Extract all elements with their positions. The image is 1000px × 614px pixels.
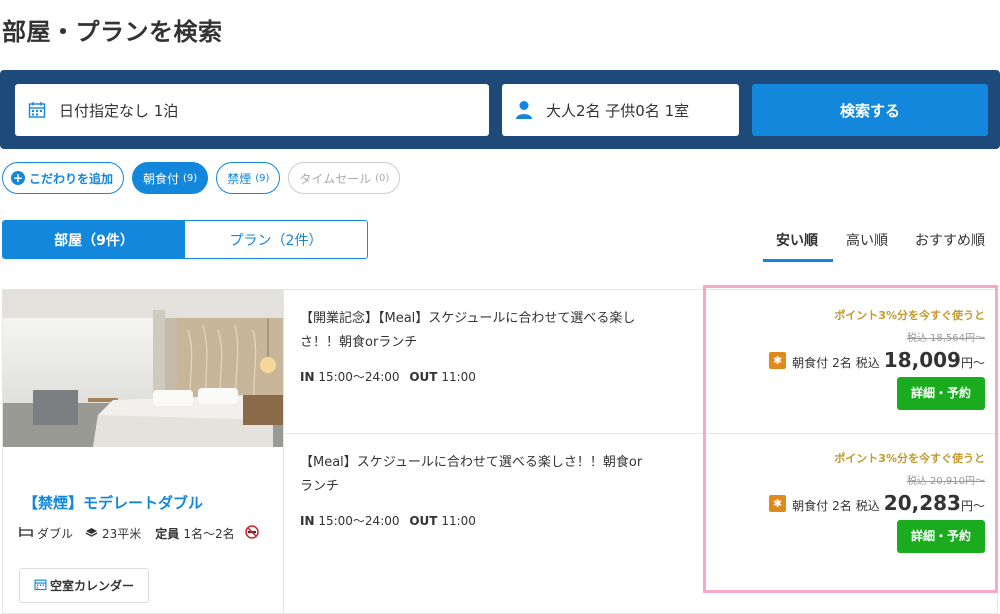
room-card: 【禁煙】モデレートダブル ダブル 23平米 定員 1名～2名 空室カレンダー 【… — [2, 289, 999, 614]
person-icon — [514, 100, 534, 120]
date-value: 日付指定なし 1泊 — [59, 101, 179, 120]
page-title: 部屋・プランを検索 — [2, 18, 223, 46]
sort-cheapest[interactable]: 安い順 — [776, 230, 818, 250]
price-value: 20,283 — [883, 491, 961, 515]
price-line: ✱ 朝食付 2名 税込 18,009 円～ — [769, 348, 985, 372]
point-message: ポイント3%分を今すぐ使うと — [834, 309, 985, 322]
calendar-button-label: 空室カレンダー — [49, 579, 134, 593]
price-block: ポイント3%分を今すぐ使うと 税込 18,564円～ ✱ 朝食付 2名 税込 1… — [769, 307, 985, 410]
original-price: 税込 20,910円～ — [906, 476, 985, 487]
checkout-time: 11:00 — [441, 370, 476, 384]
price-suffix: 円～ — [960, 499, 985, 513]
original-price: 税込 18,564円～ — [906, 333, 985, 344]
tax-label: 税込 — [855, 499, 880, 513]
chip-label: タイムセール — [299, 171, 372, 186]
size-icon — [85, 527, 98, 541]
breakfast-filter-chip[interactable]: 朝食付 (9) — [132, 162, 209, 194]
checkout-label: OUT — [409, 370, 438, 384]
bed-icon — [19, 526, 33, 541]
detail-reserve-button[interactable]: 詳細・予約 — [897, 520, 985, 553]
room-name[interactable]: 【禁煙】モデレートダブル — [23, 492, 203, 513]
filter-chips: + こだわりを追加 朝食付 (9) 禁煙 (9) タイムセール (0) — [2, 162, 401, 194]
bed-type: ダブル — [37, 527, 74, 541]
plan-times: IN 15:00～24:00 OUT 11:00 — [300, 512, 476, 529]
checkout-label: OUT — [409, 514, 438, 528]
chip-label: 朝食付 — [143, 171, 180, 186]
point-message: ポイント3%分を今すぐ使うと — [834, 452, 985, 465]
chip-count: (0) — [375, 172, 390, 184]
add-filter-chip[interactable]: + こだわりを追加 — [2, 162, 125, 194]
chip-count: (9) — [183, 172, 198, 184]
tab-rooms[interactable]: 部屋（9件） — [3, 221, 185, 258]
sort-active-indicator — [763, 259, 833, 262]
sort-recommended[interactable]: おすすめ順 — [915, 230, 985, 250]
room-specs: ダブル 23平米 定員 1名～2名 — [19, 525, 259, 542]
persons: 2名 — [832, 499, 852, 513]
time-sale-filter-chip: タイムセール (0) — [288, 162, 401, 194]
checkout-time: 11:00 — [441, 514, 476, 528]
guests-field[interactable]: 大人2名 子供0名 1室 — [502, 84, 739, 136]
chip-count: (9) — [255, 172, 270, 184]
checkin-label: IN — [300, 370, 315, 384]
persons: 2名 — [832, 356, 852, 370]
result-type-tabs: 部屋（9件） プラン（2件） — [2, 220, 368, 259]
non-smoking-filter-chip[interactable]: 禁煙 (9) — [216, 162, 281, 194]
price-suffix: 円～ — [960, 356, 985, 370]
plus-icon: + — [11, 171, 25, 185]
sort-expensive[interactable]: 高い順 — [846, 230, 888, 250]
plan-title[interactable]: 【Meal】スケジュールに合わせて選べる楽しさ！！朝食orランチ — [300, 451, 650, 499]
checkin-label: IN — [300, 514, 315, 528]
date-field[interactable]: 日付指定なし 1泊 — [15, 84, 489, 136]
checkin-time: 15:00～24:00 — [318, 514, 400, 528]
plan-times: IN 15:00～24:00 OUT 11:00 — [300, 368, 476, 385]
no-smoking-icon — [244, 525, 259, 542]
breakfast-icon: ✱ — [769, 351, 787, 369]
price-value: 18,009 — [883, 348, 961, 372]
chip-label: 禁煙 — [227, 171, 252, 186]
calendar-icon — [34, 578, 47, 594]
calendar-icon — [27, 100, 47, 120]
search-button[interactable]: 検索する — [752, 84, 988, 136]
breakfast-icon: ✱ — [769, 494, 787, 512]
plan-title[interactable]: 【開業記念】【Meal】スケジュールに合わせて選べる楽しさ！！朝食orランチ — [300, 307, 650, 355]
availability-calendar-button[interactable]: 空室カレンダー — [19, 568, 149, 603]
room-size: 23平米 — [102, 527, 142, 541]
search-bar: 日付指定なし 1泊 大人2名 子供0名 1室 検索する — [0, 70, 1000, 149]
tab-plans[interactable]: プラン（2件） — [185, 221, 367, 258]
plan-row: 【開業記念】【Meal】スケジュールに合わせて選べる楽しさ！！朝食orランチ I… — [284, 290, 999, 433]
capacity-value: 1名～2名 — [183, 527, 235, 541]
price-block: ポイント3%分を今すぐ使うと 税込 20,910円～ ✱ 朝食付 2名 税込 2… — [769, 450, 985, 553]
capacity-label: 定員 — [155, 527, 180, 541]
price-line: ✱ 朝食付 2名 税込 20,283 円～ — [769, 491, 985, 515]
room-photo[interactable] — [3, 290, 283, 447]
checkin-time: 15:00～24:00 — [318, 370, 400, 384]
plan-row: 【Meal】スケジュールに合わせて選べる楽しさ！！朝食orランチ IN 15:0… — [284, 433, 999, 576]
meal-type: 朝食付 — [792, 356, 829, 370]
tax-label: 税込 — [855, 356, 880, 370]
detail-reserve-button[interactable]: 詳細・予約 — [897, 377, 985, 410]
guests-value: 大人2名 子供0名 1室 — [546, 101, 690, 120]
chip-label: こだわりを追加 — [29, 171, 114, 186]
meal-type: 朝食付 — [792, 499, 829, 513]
